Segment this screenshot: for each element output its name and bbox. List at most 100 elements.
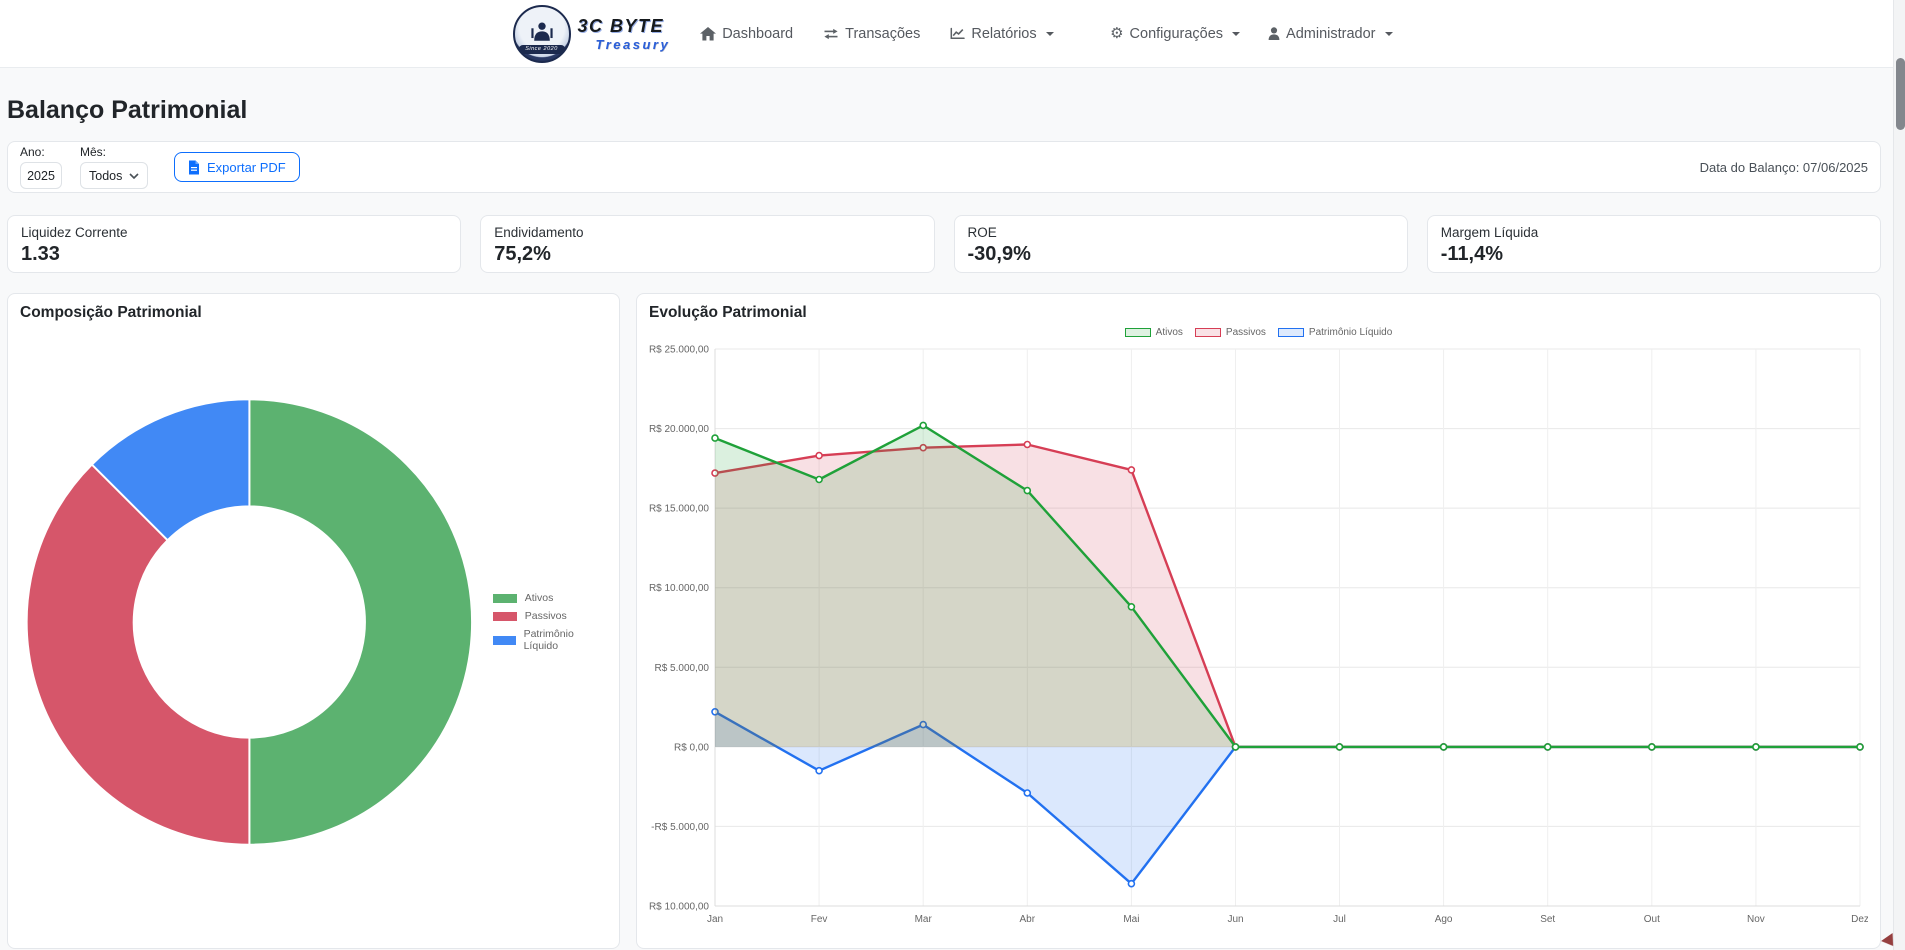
- brand-emblem-icon: Since 2020: [513, 5, 571, 63]
- legend-item-2[interactable]: Patrimônio Líquido: [493, 628, 607, 652]
- data-point[interactable]: [816, 768, 822, 774]
- filter-bar: Ano: Mês: Todos Exportar PDF Data do Bal…: [7, 141, 1881, 193]
- export-pdf-label: Exportar PDF: [207, 160, 286, 175]
- nav-item-administrador[interactable]: Administrador: [1268, 26, 1392, 42]
- data-point[interactable]: [1441, 744, 1447, 750]
- legend-swatch: [1125, 328, 1151, 337]
- nav-item-transacoes[interactable]: Transações: [823, 26, 920, 42]
- legend-swatch: [493, 594, 517, 603]
- kpi-card-endividamento: Endividamento 75,2%: [480, 215, 934, 273]
- nav-item-label: Relatórios: [971, 26, 1036, 42]
- y-tick-label: -R$ 5.000,00: [651, 822, 709, 833]
- data-point[interactable]: [920, 422, 926, 428]
- legend-item-1[interactable]: Passivos: [493, 610, 607, 622]
- chevron-down-icon: [1232, 32, 1240, 36]
- gear-icon: ⚙: [1110, 26, 1123, 41]
- vertical-scrollbar[interactable]: [1893, 0, 1905, 950]
- brand-subtitle: Treasury: [596, 38, 671, 51]
- data-point[interactable]: [712, 435, 718, 441]
- donut-legend: Ativos Passivos Patrimônio Líquido: [493, 592, 607, 652]
- x-tick-label: Abr: [1020, 914, 1036, 925]
- legend-swatch: [1278, 328, 1304, 337]
- x-tick-label: Jan: [707, 914, 723, 925]
- scrollbar-thumb[interactable]: [1896, 58, 1905, 130]
- nav-item-label: Configurações: [1130, 26, 1224, 42]
- donut-chart[interactable]: [20, 382, 479, 862]
- data-point[interactable]: [1753, 744, 1759, 750]
- data-point[interactable]: [1024, 488, 1030, 494]
- legend-label: Ativos: [1156, 327, 1183, 338]
- data-point[interactable]: [1024, 790, 1030, 796]
- month-select[interactable]: Todos: [80, 162, 148, 189]
- data-point[interactable]: [1233, 744, 1239, 750]
- y-tick-label: R$ 25.000,00: [649, 345, 709, 356]
- page-title: Balanço Patrimonial: [7, 96, 1881, 125]
- data-point[interactable]: [1128, 467, 1134, 473]
- legend-swatch: [493, 636, 516, 645]
- brand-logo[interactable]: Since 2020 3C BYTE Treasury: [513, 5, 671, 63]
- year-label: Ano:: [20, 145, 62, 159]
- legend-item-1[interactable]: Passivos: [1195, 327, 1266, 338]
- kpi-value: 1.33: [21, 243, 447, 266]
- x-tick-label: Mar: [915, 914, 933, 925]
- kpi-value: 75,2%: [494, 243, 920, 266]
- charts-row: Composição Patrimonial AtivosPassivosPat…: [7, 293, 1881, 949]
- chart-title: Evolução Patrimonial: [649, 304, 1868, 322]
- x-tick-label: Out: [1644, 914, 1660, 925]
- legend-item-2[interactable]: Patrimônio Líquido: [1278, 327, 1392, 338]
- kpi-card-liquidez-corrente: Liquidez Corrente 1.33: [7, 215, 461, 273]
- line-chart-icon: [950, 27, 965, 40]
- data-point[interactable]: [1649, 744, 1655, 750]
- data-point[interactable]: [816, 453, 822, 459]
- nav-item-dashboard[interactable]: Dashboard: [700, 26, 793, 42]
- nav-item-configuracoes[interactable]: ⚙ Configurações: [1110, 26, 1240, 42]
- nav-item-label: Administrador: [1286, 26, 1375, 42]
- kpi-card-roe: ROE -30,9%: [954, 215, 1408, 273]
- y-tick-label: -R$ 10.000,00: [649, 902, 709, 913]
- main-content: Balanço Patrimonial Ano: Mês: Todos Expo…: [0, 68, 1905, 949]
- data-point[interactable]: [816, 477, 822, 483]
- data-point[interactable]: [1857, 744, 1863, 750]
- transfer-arrows-icon: [823, 28, 839, 40]
- line-chart-legend: Ativos Passivos Patrimônio Líquido: [649, 327, 1868, 338]
- legend-item-0[interactable]: Ativos: [1125, 327, 1183, 338]
- x-tick-label: Jun: [1227, 914, 1243, 925]
- nav-item-relatorios[interactable]: Relatórios: [950, 26, 1053, 42]
- export-pdf-button[interactable]: Exportar PDF: [174, 152, 300, 182]
- legend-swatch: [1195, 328, 1221, 337]
- nav-right-links: ⚙ Configurações Administrador: [1110, 26, 1392, 42]
- data-point[interactable]: [1024, 442, 1030, 448]
- emblem-figure-icon: [529, 18, 555, 44]
- kpi-label: Endividamento: [494, 225, 920, 240]
- line-chart[interactable]: R$ 25.000,00R$ 20.000,00R$ 15.000,00R$ 1…: [649, 341, 1868, 936]
- emblem-caption: Since 2020: [519, 45, 565, 54]
- legend-label: Passivos: [525, 610, 567, 622]
- y-tick-label: R$ 5.000,00: [655, 663, 710, 674]
- data-point[interactable]: [1337, 744, 1343, 750]
- series-area-Ativos: [715, 425, 1860, 747]
- legend-item-0[interactable]: Ativos: [493, 592, 607, 604]
- chevron-down-icon: [1385, 32, 1393, 36]
- data-point[interactable]: [1128, 604, 1134, 610]
- kpi-card-margem-liquida: Margem Líquida -11,4%: [1427, 215, 1881, 273]
- x-tick-label: Set: [1540, 914, 1555, 925]
- pdf-file-icon: [188, 160, 200, 175]
- legend-label: Passivos: [1226, 327, 1266, 338]
- composicao-patrimonial-card: Composição Patrimonial AtivosPassivosPat…: [7, 293, 620, 949]
- top-navbar: Since 2020 3C BYTE Treasury Dashboard: [0, 0, 1905, 68]
- year-input[interactable]: [20, 162, 62, 189]
- kpi-value: -11,4%: [1441, 243, 1867, 266]
- month-label: Mês:: [80, 145, 148, 159]
- data-point[interactable]: [1128, 881, 1134, 887]
- kpi-label: ROE: [968, 225, 1394, 240]
- donut-slice-0[interactable]: [249, 399, 472, 844]
- x-tick-label: Nov: [1747, 914, 1765, 925]
- house-icon: [700, 27, 716, 41]
- balance-date: Data do Balanço: 07/06/2025: [1700, 160, 1868, 175]
- x-tick-label: Fev: [811, 914, 828, 925]
- nav-item-label: Transações: [845, 26, 920, 42]
- data-point[interactable]: [1545, 744, 1551, 750]
- x-tick-label: Dez: [1851, 914, 1868, 925]
- person-icon: [1268, 27, 1280, 40]
- donut-slice-1[interactable]: [27, 465, 250, 845]
